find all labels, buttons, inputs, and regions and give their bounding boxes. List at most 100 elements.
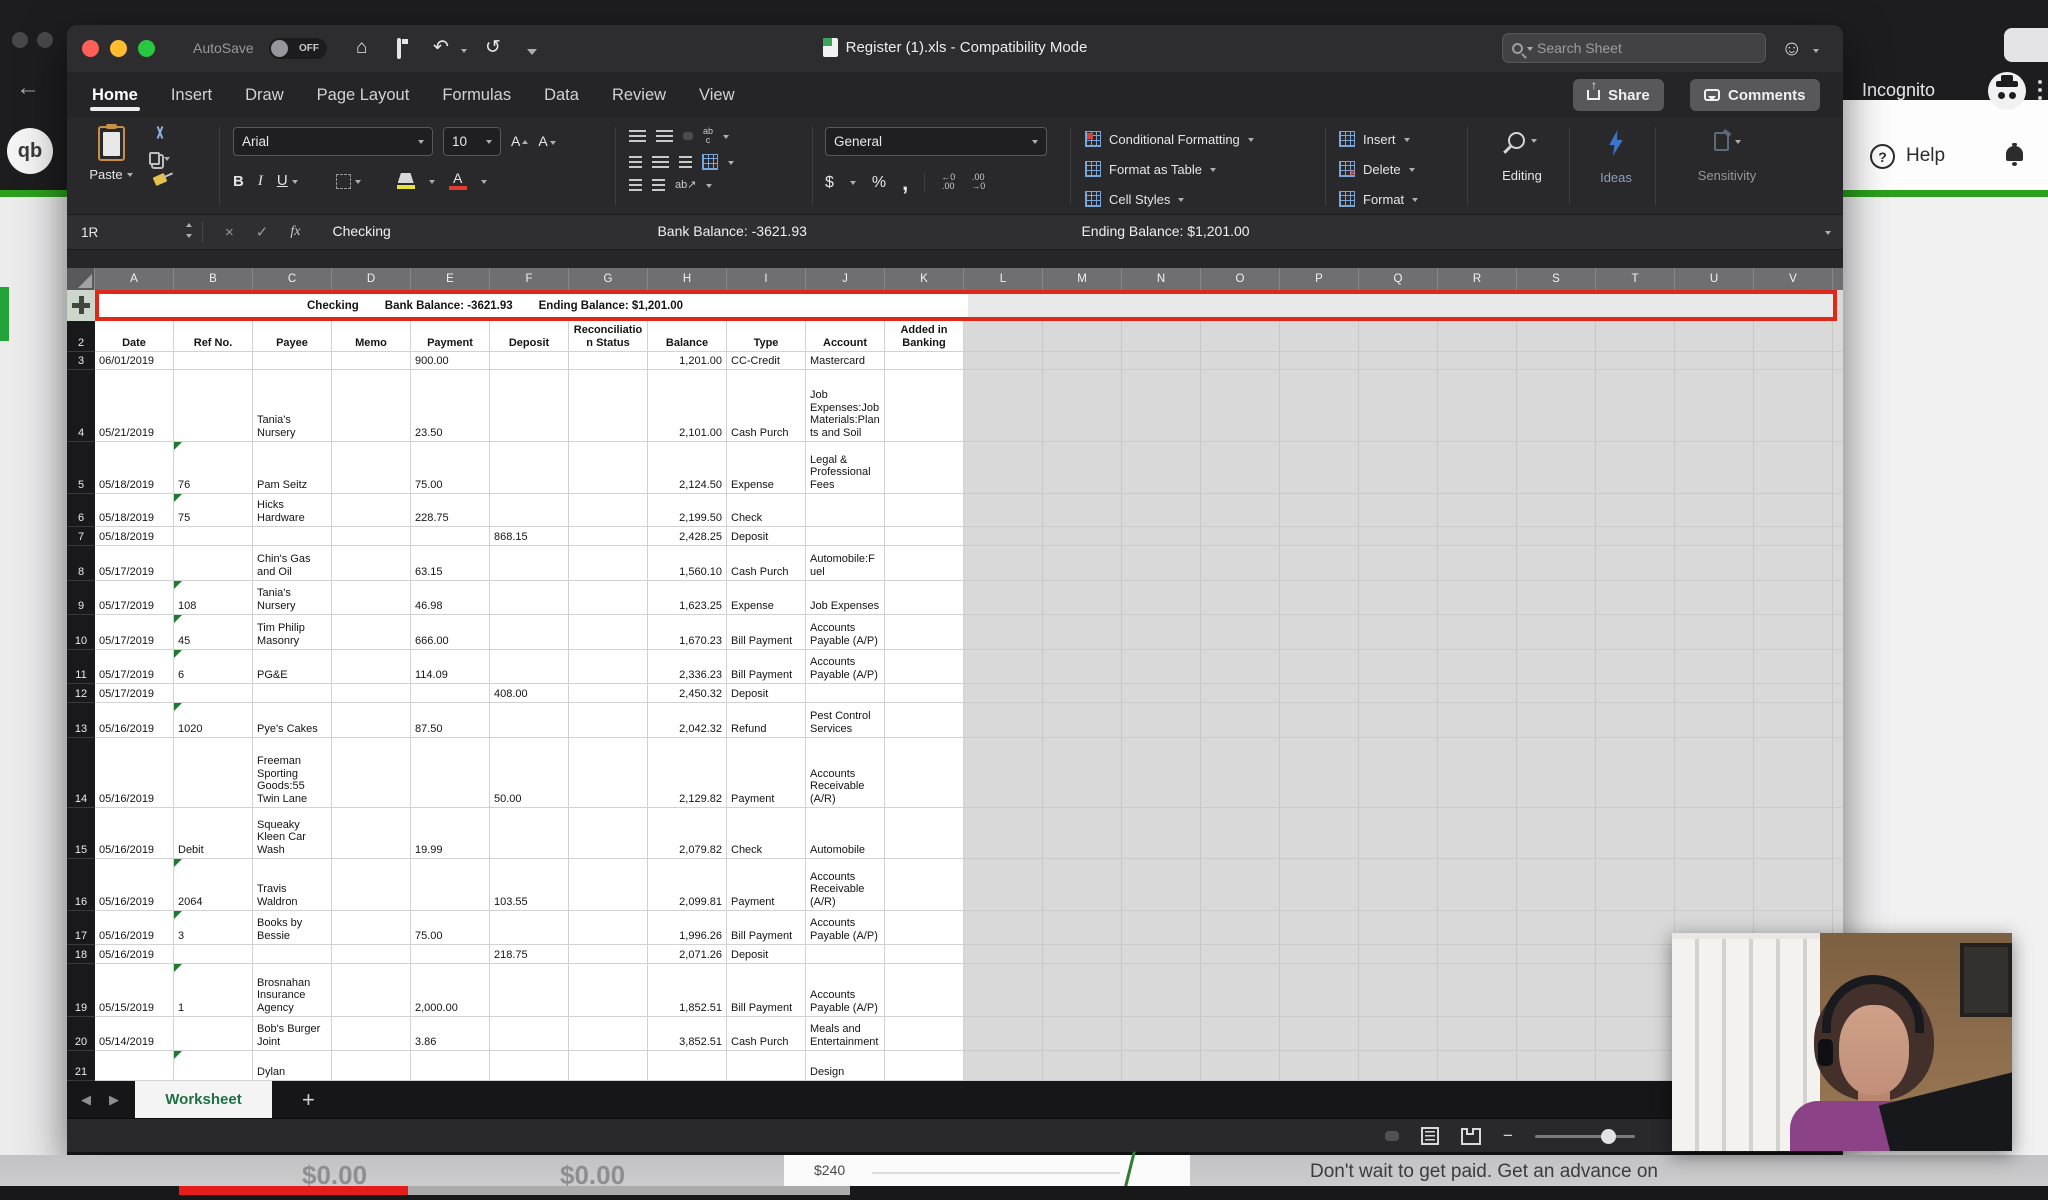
cell[interactable]: 900.00 [411,352,490,370]
cell[interactable] [648,1051,727,1081]
cell[interactable]: 06/01/2019 [95,352,174,370]
cell[interactable]: PG&E [253,650,332,684]
cell[interactable] [332,808,411,859]
cell[interactable]: 05/16/2019 [95,945,174,964]
tab-data[interactable]: Data [542,76,581,115]
cell[interactable]: 1,201.00 [648,352,727,370]
cell[interactable]: 2,336.23 [648,650,727,684]
cell[interactable]: 2,129.82 [648,738,727,808]
paste-button[interactable]: Paste [81,124,141,182]
cell[interactable]: Automobile:Fuel [806,546,885,581]
cell[interactable]: Pam Seitz [253,442,332,494]
cell[interactable]: 2,042.32 [648,703,727,738]
cell[interactable] [332,615,411,650]
row-header[interactable]: 9 [67,581,95,615]
cell[interactable]: 05/17/2019 [95,546,174,581]
cell[interactable]: Books by Bessie [253,911,332,945]
cell[interactable] [490,615,569,650]
column-header-s[interactable]: S [1517,268,1596,290]
cell[interactable]: CC-Credit [727,352,806,370]
cell[interactable]: 05/14/2019 [95,1017,174,1051]
cell[interactable] [569,808,648,859]
cell[interactable] [885,859,964,911]
tab-page-layout[interactable]: Page Layout [315,76,412,115]
cell[interactable] [490,911,569,945]
column-header-h[interactable]: H [648,268,727,290]
cell[interactable] [569,442,648,494]
cell[interactable] [490,442,569,494]
column-header-t[interactable]: T [1596,268,1675,290]
header-cell[interactable]: Added in Banking [885,321,964,352]
column-header-o[interactable]: O [1201,268,1280,290]
cell[interactable]: Accounts Payable (A/P) [806,911,885,945]
cell[interactable] [569,1051,648,1081]
cell[interactable] [490,546,569,581]
cell[interactable]: Tania's Nursery [253,370,332,442]
cell[interactable]: Brosnahan Insurance Agency [253,964,332,1017]
search-box[interactable] [1502,33,1766,63]
font-name-select[interactable]: Arial [233,127,433,156]
add-sheet-icon[interactable]: + [272,1081,315,1118]
page-break-view-icon[interactable] [1461,1127,1481,1145]
cell[interactable] [885,650,964,684]
cell[interactable]: 2,450.32 [648,684,727,703]
cell[interactable]: Expense [727,442,806,494]
cell[interactable]: 108 [174,581,253,615]
normal-view-icon[interactable] [1385,1131,1399,1141]
cell[interactable] [174,1017,253,1051]
cell[interactable]: 868.15 [490,527,569,546]
cell[interactable] [174,527,253,546]
sensitivity-button[interactable]: Sensitivity [1667,118,1787,215]
zoom-out-icon[interactable]: − [1503,1126,1513,1146]
row-header[interactable]: 19 [67,964,95,1017]
share-button[interactable]: Share [1573,78,1664,111]
cell[interactable]: 1,996.26 [648,911,727,945]
row-header[interactable]: 16 [67,859,95,911]
summary-cell[interactable]: Checking Bank Balance: -3621.93 Ending Bal… [95,290,1837,321]
quickbooks-logo[interactable]: qb [7,128,53,174]
cell[interactable]: Tania's Nursery [253,581,332,615]
tab-draw[interactable]: Draw [243,76,286,115]
cell[interactable]: 3.86 [411,1017,490,1051]
cell[interactable]: Bill Payment [727,615,806,650]
column-header-u[interactable]: U [1675,268,1754,290]
cell[interactable] [569,527,648,546]
cell[interactable]: Legal & Professional Fees [806,442,885,494]
cell[interactable]: 1 [174,964,253,1017]
cell[interactable] [253,684,332,703]
cell[interactable]: 05/17/2019 [95,615,174,650]
cell[interactable] [885,352,964,370]
cell[interactable] [95,1051,174,1081]
column-header-c[interactable]: C [253,268,332,290]
cell[interactable] [332,494,411,527]
cell[interactable] [569,945,648,964]
cell[interactable] [569,684,648,703]
cell[interactable]: Refund [727,703,806,738]
header-cell[interactable]: Balance [648,321,727,352]
cell[interactable]: Cash Purch [727,370,806,442]
cell[interactable]: 05/16/2019 [95,738,174,808]
cut-icon[interactable] [152,126,168,142]
cell[interactable]: 05/18/2019 [95,494,174,527]
cell[interactable]: 2,099.81 [648,859,727,911]
cell[interactable]: Squeaky Kleen Car Wash [253,808,332,859]
cell[interactable]: 05/17/2019 [95,650,174,684]
cell[interactable] [569,738,648,808]
cell[interactable]: 87.50 [411,703,490,738]
cell[interactable] [885,808,964,859]
cell[interactable]: Design [806,1051,885,1081]
cell[interactable] [332,1051,411,1081]
header-cell[interactable]: Deposit [490,321,569,352]
cell[interactable]: Accounts Payable (A/P) [806,650,885,684]
delete-cells-button[interactable]: Delete [1339,154,1464,184]
cell[interactable] [569,650,648,684]
row-header[interactable]: 2 [67,321,95,352]
name-box-stepper[interactable] [186,223,192,239]
cell[interactable] [490,370,569,442]
cell[interactable]: 75.00 [411,442,490,494]
cell[interactable] [490,1051,569,1081]
cell[interactable] [885,494,964,527]
cell[interactable]: 1,560.10 [648,546,727,581]
cell[interactable] [885,684,964,703]
align-right-icon[interactable] [679,156,692,168]
